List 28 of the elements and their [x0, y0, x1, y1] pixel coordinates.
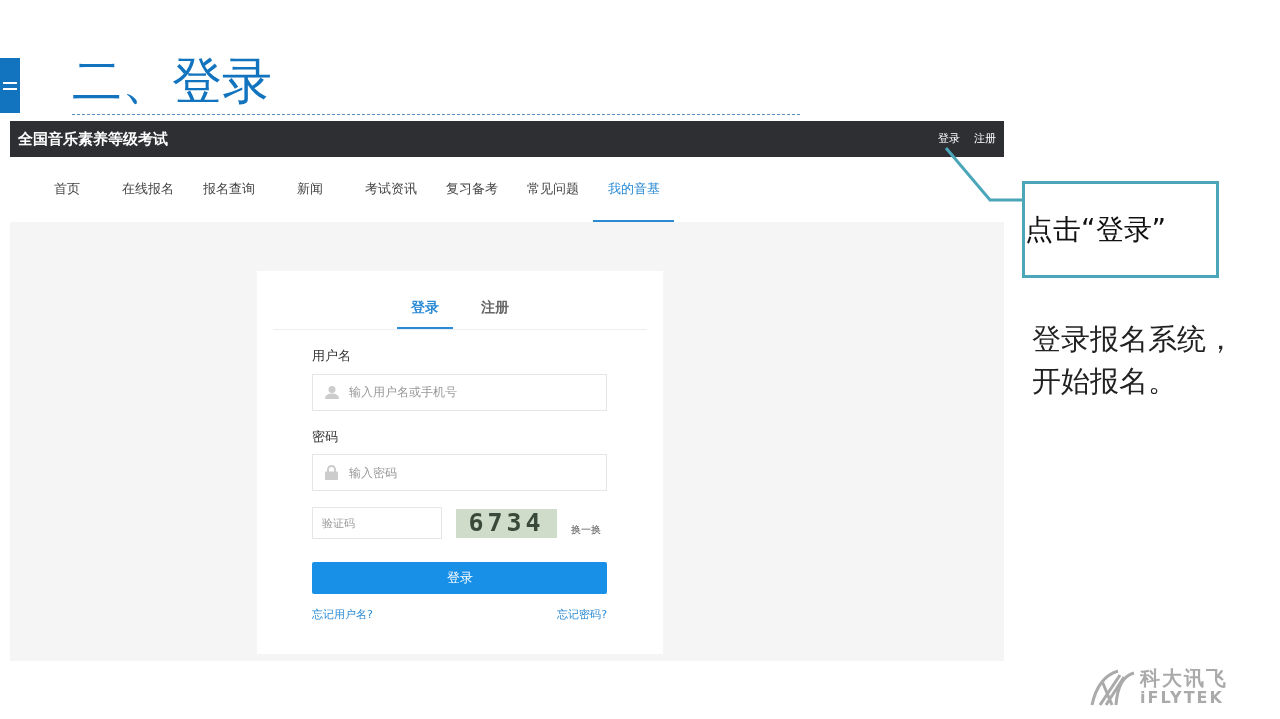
password-field[interactable]: 输入密码 — [312, 454, 607, 491]
refresh-captcha-link[interactable]: 换一换 — [571, 521, 601, 537]
double-line-icon — [3, 80, 17, 91]
nav-tab[interactable]: 新闻 — [269, 157, 350, 222]
top-link[interactable]: 注册 — [974, 130, 996, 148]
username-field[interactable]: 输入用户名或手机号 — [312, 373, 607, 411]
nav-tab[interactable]: 在线报名 — [107, 157, 188, 222]
field-label: 密码 — [312, 427, 339, 446]
slide-title: 二、登录 — [72, 51, 273, 112]
login-tab[interactable]: 登录 — [396, 293, 453, 329]
note-text: 登录报名系统，开始报名。 — [1032, 321, 1236, 400]
nav-tab[interactable]: 考试资讯 — [350, 157, 431, 222]
logo-name: 科大讯飞 — [1140, 667, 1228, 689]
logo-wordmark: iFLYTEK — [1140, 689, 1225, 707]
captcha-field[interactable]: 验证码 — [312, 507, 442, 539]
top-link[interactable]: 登录 — [938, 130, 960, 148]
nav-tab[interactable]: 首页 — [26, 157, 107, 222]
forgot-password-link[interactable]: 忘记密码? — [557, 607, 607, 624]
logo-icon — [1088, 667, 1136, 707]
captcha-image: 6734 — [456, 508, 557, 538]
nav-tab[interactable]: 常见问题 — [512, 157, 593, 222]
callout-box: 点击“登录” — [1022, 181, 1219, 278]
forgot-username-link[interactable]: 忘记用户名? — [312, 607, 373, 624]
nav-tab[interactable]: 报名查询 — [188, 157, 269, 222]
nav-tab[interactable]: 复习备考 — [431, 157, 512, 222]
login-tab[interactable]: 注册 — [466, 293, 523, 329]
site-name: 全国音乐素养等级考试 — [18, 128, 168, 150]
field-label: 用户名 — [312, 347, 352, 365]
